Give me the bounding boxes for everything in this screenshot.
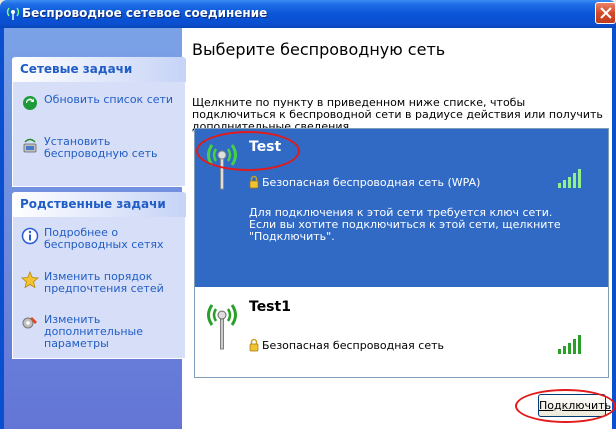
connect-button[interactable]: Подключить xyxy=(538,394,611,417)
related-tasks-header[interactable]: Родственные задачи xyxy=(12,192,186,217)
network-tasks-group: Сетевые задачи Обновить список сети Уста… xyxy=(12,57,186,187)
wireless-antenna-icon xyxy=(207,144,237,190)
refresh-icon xyxy=(23,96,37,110)
task-pane: Сетевые задачи Обновить список сети Уста… xyxy=(4,28,186,429)
close-button[interactable] xyxy=(595,2,616,24)
connect-button-label: Подключить xyxy=(539,399,612,412)
task-refresh-network-list[interactable]: Обновить список сети xyxy=(21,94,184,112)
network-tasks-header[interactable]: Сетевые задачи xyxy=(12,57,186,82)
star-icon xyxy=(21,271,39,289)
related-tasks-body: Подробнее о беспроводных сетях Изменить … xyxy=(12,217,186,359)
signal-strength-icon xyxy=(558,169,581,188)
task-setup-wireless-network[interactable]: Установить беспроводную сеть xyxy=(21,136,184,160)
network-name: Test xyxy=(249,139,282,155)
task-label: Обновить список сети xyxy=(44,93,174,106)
lock-icon xyxy=(249,338,259,352)
network-item-test1[interactable]: Test1 Безопасная беспроводная сеть xyxy=(195,291,608,375)
window-title: Беспроводное сетевое соединение xyxy=(22,6,268,20)
network-security-label: Безопасная беспроводная сеть (WPA) xyxy=(262,175,481,189)
close-icon xyxy=(600,7,612,19)
page-title: Выберите беспроводную сеть xyxy=(192,40,446,59)
network-tasks-body: Обновить список сети Установить беспрово… xyxy=(12,82,186,187)
title-bar[interactable]: Беспроводное сетевое соединение xyxy=(0,0,616,28)
task-label: Изменить дополнительные параметры xyxy=(44,313,143,350)
wireless-network-list[interactable]: Test Безопасная беспроводная сеть (WPA) … xyxy=(194,128,609,378)
task-change-advanced-settings[interactable]: Изменить дополнительные параметры xyxy=(21,314,184,350)
settings-icon xyxy=(22,317,37,329)
network-description: Для подключения к этой сети требуется кл… xyxy=(249,206,561,243)
network-security-label: Безопасная беспроводная сеть xyxy=(262,338,444,352)
wireless-antenna-icon xyxy=(207,304,237,350)
network-security: Безопасная беспроводная сеть (WPA) xyxy=(249,175,480,189)
network-item-test[interactable]: Test Безопасная беспроводная сеть (WPA) … xyxy=(195,129,608,287)
lock-icon xyxy=(249,175,259,189)
setup-network-icon xyxy=(23,138,37,153)
wireless-network-icon xyxy=(6,7,20,20)
related-tasks-group: Родственные задачи Подробнее о беспровод… xyxy=(12,192,186,359)
task-change-preferred-order[interactable]: Изменить порядок предпочтения сетей xyxy=(21,271,184,295)
info-icon xyxy=(21,227,39,245)
task-learn-about-wireless[interactable]: Подробнее о беспроводных сетях xyxy=(21,227,184,251)
network-name: Test1 xyxy=(249,299,291,315)
task-label: Установить беспроводную сеть xyxy=(44,135,158,160)
task-label: Подробнее о беспроводных сетях xyxy=(44,226,164,251)
task-label: Изменить порядок предпочтения сетей xyxy=(44,270,164,295)
signal-strength-icon xyxy=(558,335,581,354)
network-security: Безопасная беспроводная сеть xyxy=(249,338,444,352)
